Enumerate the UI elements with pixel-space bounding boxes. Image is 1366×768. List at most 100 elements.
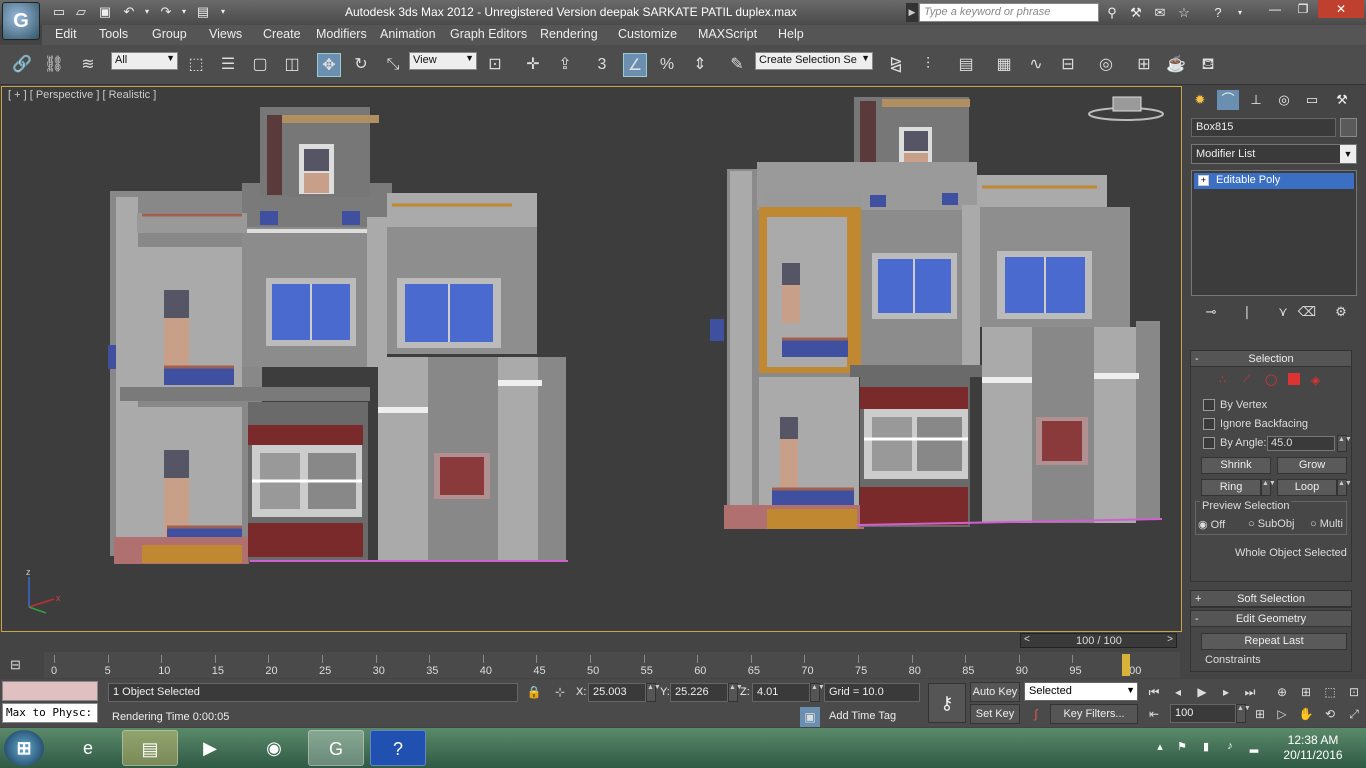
named-selection-sets-dropdown[interactable]: Create Selection Se ▼ (755, 52, 873, 70)
modify-tab-icon[interactable]: ⌒ (1217, 90, 1239, 110)
display-tab-icon[interactable]: ▭ (1301, 90, 1323, 110)
polygon-mode-icon[interactable] (1288, 373, 1300, 385)
quick-access-dropdown-icon[interactable]: ▾ (214, 4, 232, 20)
keyboard-shortcut-override-icon[interactable]: ⇪ (553, 53, 577, 77)
subscription-icon[interactable]: ⚒ (1126, 3, 1146, 22)
mirror-icon[interactable]: ⧎ (884, 53, 908, 77)
modifier-list-dropdown[interactable]: Modifier List ▼ (1191, 144, 1357, 164)
search-expand-icon[interactable]: ▶ (906, 3, 918, 22)
select-by-name-icon[interactable]: ☰ (216, 53, 240, 77)
menu-maxscript[interactable]: MAXScript (698, 27, 757, 41)
reference-coordinate-dropdown[interactable]: View ▼ (409, 52, 477, 70)
select-and-rotate-icon[interactable]: ↻ (349, 53, 373, 77)
object-color-swatch[interactable] (1340, 118, 1357, 137)
remove-modifier-icon[interactable]: ⌫ (1297, 304, 1317, 322)
pin-stack-icon[interactable]: ⊸ (1201, 304, 1221, 322)
field-of-view-icon[interactable]: ▷ (1272, 704, 1292, 724)
house-model-left[interactable] (108, 107, 568, 564)
maxscript-listener-pink[interactable] (2, 681, 98, 701)
minimize-button[interactable]: — (1262, 0, 1288, 18)
absolute-mode-icon[interactable]: ⊹ (550, 682, 570, 702)
align-icon[interactable]: ⫶ (916, 53, 940, 77)
z-coordinate-field[interactable]: 4.01 (752, 683, 810, 702)
go-to-start-icon[interactable]: ⏮ (1144, 682, 1164, 702)
file-explorer-icon[interactable]: ▤ (122, 730, 178, 766)
time-slider[interactable]: < 100 / 100 > (1020, 633, 1177, 648)
pan-view-icon[interactable]: ✋ (1296, 704, 1316, 724)
binoculars-icon[interactable]: ⚲ (1102, 3, 1122, 22)
snap-toggle-icon[interactable]: 3 (590, 53, 614, 77)
menu-group[interactable]: Group (152, 27, 187, 41)
open-file-icon[interactable]: ▱ (72, 4, 90, 20)
current-frame-field[interactable]: 100 (1170, 704, 1236, 723)
auto-key-button[interactable]: Auto Key (970, 682, 1020, 702)
zoom-all-icon[interactable]: ⊞ (1296, 682, 1316, 702)
hierarchy-tab-icon[interactable]: ⊥ (1245, 90, 1267, 110)
vertex-mode-icon[interactable]: ∴ (1219, 373, 1226, 386)
material-editor-icon[interactable]: ◎ (1094, 53, 1118, 77)
house-model-right[interactable] (710, 97, 1163, 529)
internet-explorer-icon[interactable]: e (60, 730, 116, 766)
select-and-link-icon[interactable]: 🔗 (10, 53, 34, 77)
menu-customize[interactable]: Customize (618, 27, 677, 41)
menu-graph-editors[interactable]: Graph Editors (450, 27, 527, 41)
window-crossing-icon[interactable]: ◫ (280, 53, 304, 77)
previous-frame-icon[interactable]: ◂ (1168, 682, 1188, 702)
orbit-icon[interactable]: ⟲ (1320, 704, 1340, 724)
menu-views[interactable]: Views (209, 27, 242, 41)
rendered-frame-window-icon[interactable]: ☕ (1164, 53, 1188, 77)
manipulate-icon[interactable]: ✛ (521, 53, 545, 77)
loop-spinner-icon[interactable]: ▲▼ (1337, 479, 1352, 496)
motion-tab-icon[interactable]: ◎ (1273, 90, 1295, 110)
favorites-star-icon[interactable]: ☆ (1174, 3, 1194, 22)
grow-button[interactable]: Grow (1277, 457, 1347, 474)
restore-button[interactable]: ❐ (1290, 0, 1316, 18)
key-curve-icon[interactable]: ∫ (1026, 704, 1046, 724)
ignore-backfacing-checkbox[interactable] (1203, 418, 1215, 430)
selection-filter-dropdown[interactable]: All ▼ (111, 52, 178, 70)
select-and-scale-icon[interactable]: ⤡ (381, 53, 405, 77)
schematic-view-icon[interactable]: ⊟ (1056, 53, 1080, 77)
select-object-icon[interactable]: ⬚ (184, 53, 208, 77)
y-spinner-icon[interactable]: ▲▼ (728, 683, 743, 702)
unlink-icon[interactable]: ⛓ (42, 53, 66, 77)
chrome-icon[interactable]: ◉ (246, 730, 302, 766)
graphite-modeling-icon[interactable]: ▦ (992, 53, 1016, 77)
selection-rollout-header[interactable]: - Selection (1191, 351, 1351, 367)
redo-icon[interactable]: ↷ (157, 4, 175, 20)
play-icon[interactable]: ▶ (1192, 682, 1212, 702)
viewport-label[interactable]: [ + ] [ Perspective ] [ Realistic ] (8, 89, 156, 101)
render-setup-icon[interactable]: ⊞ (1132, 53, 1156, 77)
edit-geometry-header[interactable]: - Edit Geometry (1191, 611, 1351, 627)
maxscript-mini-listener[interactable]: Max to Physc: (2, 703, 98, 723)
x-spinner-icon[interactable]: ▲▼ (646, 683, 661, 702)
save-icon[interactable]: ▣ (96, 4, 114, 20)
track-bar[interactable]: 0 5 10 15 20 25 30 35 40 45 50 55 60 65 70 75 80 85 90 95 10… (44, 652, 1180, 678)
repeat-last-button[interactable]: Repeat Last (1201, 633, 1347, 650)
show-end-result-icon[interactable]: ❘ (1237, 304, 1257, 322)
zoom-icon[interactable]: ⊕ (1272, 682, 1292, 702)
edit-named-selection-icon[interactable]: ✎ (725, 53, 749, 77)
angle-snap-icon[interactable]: ∠ (623, 53, 647, 77)
curve-editor-icon[interactable]: ∿ (1024, 53, 1048, 77)
by-angle-checkbox[interactable] (1203, 437, 1215, 449)
menu-help[interactable]: Help (778, 27, 804, 41)
tray-clock[interactable]: 12:38 AM 20/11/2016 (1268, 733, 1358, 763)
frame-spinner-icon[interactable]: ▲▼ (1236, 704, 1251, 723)
menu-tools[interactable]: Tools (99, 27, 128, 41)
shrink-button[interactable]: Shrink (1201, 457, 1271, 474)
communication-icon[interactable]: ✉ (1150, 3, 1170, 22)
tray-volume-icon[interactable]: ♪ (1222, 740, 1238, 756)
menu-create[interactable]: Create (263, 27, 301, 41)
redo-dropdown-icon[interactable]: ▾ (175, 4, 193, 20)
maximize-viewport-icon[interactable]: ⤢ (1344, 704, 1364, 724)
layer-manager-icon[interactable]: ▤ (954, 53, 978, 77)
zoom-extents-icon[interactable]: ⬚ (1320, 682, 1340, 702)
project-folder-icon[interactable]: ▤ (194, 4, 212, 20)
z-spinner-icon[interactable]: ▲▼ (810, 683, 825, 702)
close-button[interactable]: ✕ (1318, 0, 1364, 18)
preview-off-radio[interactable]: ◉ Off (1198, 518, 1225, 531)
bind-to-space-warp-icon[interactable]: ≋ (76, 53, 100, 77)
key-mode-dropdown[interactable]: Selected ▼ (1024, 682, 1138, 701)
soft-selection-rollout[interactable]: + Soft Selection (1190, 590, 1352, 608)
